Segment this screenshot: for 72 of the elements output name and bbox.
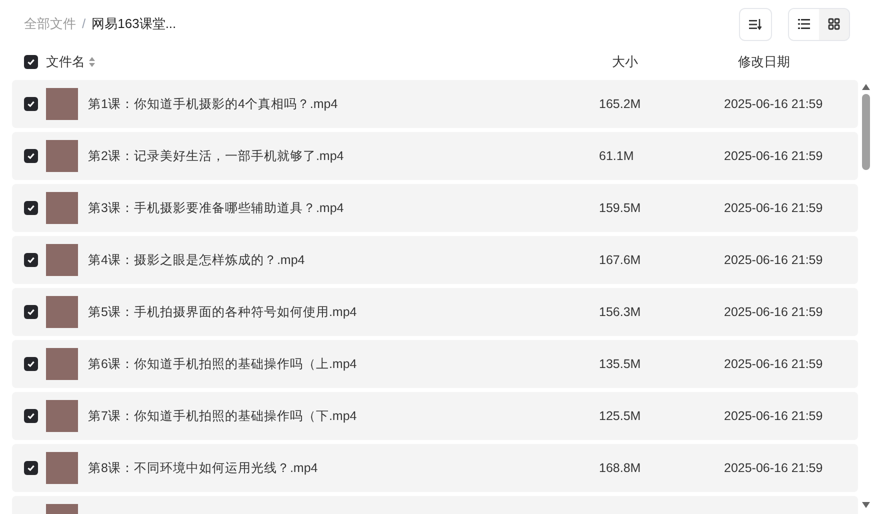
- file-row[interactable]: 第6课：你知道手机拍照的基础操作吗（上.mp4 135.5M 2025-06-16 21:59: [12, 340, 858, 388]
- file-size: 159.5M: [599, 200, 642, 217]
- file-row[interactable]: 第3课：手机摄影要准备哪些辅助道具？.mp4 159.5M 2025-06-16 21:59: [12, 184, 858, 232]
- checkmark-icon: [27, 100, 35, 108]
- file-name: 第7课：你知道手机拍照的基础操作吗（下.mp4: [88, 408, 358, 425]
- checkmark-icon: [27, 256, 35, 264]
- video-thumbnail: [46, 88, 78, 120]
- checkbox[interactable]: [24, 253, 38, 267]
- checkbox[interactable]: [24, 55, 38, 69]
- file-name: 第6课：你知道手机拍照的基础操作吗（上.mp4: [88, 356, 358, 373]
- view-mode-button[interactable]: [789, 8, 819, 40]
- checkmark-icon: [27, 204, 35, 212]
- checkmark-icon: [27, 152, 35, 160]
- checkmark-icon: [27, 464, 35, 472]
- file-row[interactable]: 第4课：摄影之眼是怎样炼成的？.mp4 167.6M 2025-06-16 21:59: [12, 236, 858, 284]
- file-size: 135.5M: [599, 356, 642, 373]
- checkmark-icon: [27, 308, 35, 316]
- file-size: 167.6M: [599, 252, 642, 269]
- file-name: 第2课：记录美好生活，一部手机就够了.mp4: [88, 148, 345, 165]
- file-size: 125.5M: [599, 408, 642, 425]
- sort-button[interactable]: [739, 8, 772, 40]
- file-size: 165.2M: [599, 96, 642, 113]
- checkmark-icon: [27, 412, 35, 420]
- modified-date: 2025-06-16 21:59: [724, 252, 823, 269]
- checkbox[interactable]: [24, 461, 38, 475]
- checkbox[interactable]: [24, 357, 38, 371]
- file-row[interactable]: 第7课：你知道手机拍照的基础操作吗（下.mp4 125.5M 2025-06-16 21:59: [12, 392, 858, 440]
- checkbox[interactable]: [24, 97, 38, 111]
- file-size: 168.8M: [599, 460, 642, 477]
- file-row[interactable]: 第8课：不同环境中如何运用光线？.mp4 168.8M 2025-06-16 21:59: [12, 444, 858, 492]
- file-size: 156.3M: [599, 304, 642, 321]
- breadcrumb-separator: /: [82, 15, 86, 34]
- video-thumbnail: [46, 400, 78, 432]
- video-thumbnail: [46, 348, 78, 380]
- checkbox[interactable]: [24, 149, 38, 163]
- video-thumbnail: [46, 140, 78, 172]
- grid-icon: [828, 18, 840, 30]
- column-header: 修改日期: [738, 53, 790, 72]
- column-header: 文件名: [46, 53, 85, 72]
- video-thumbnail: [46, 296, 78, 328]
- checkbox[interactable]: [24, 409, 38, 423]
- file-name: 第8课：不同环境中如何运用光线？.mp4: [88, 460, 319, 477]
- scroll-down-icon[interactable]: [862, 502, 870, 508]
- modified-date: 2025-06-16 21:59: [724, 96, 823, 113]
- scroll-up-icon[interactable]: [862, 84, 870, 90]
- sort-arrows-icon[interactable]: [89, 57, 95, 67]
- file-size: 61.1M: [599, 148, 635, 165]
- breadcrumb-link[interactable]: 网易163课堂...: [92, 14, 176, 34]
- modified-date: 2025-06-16 21:59: [724, 460, 823, 477]
- modified-date: 2025-06-16 21:59: [724, 148, 823, 165]
- file-name: 第1课：你知道手机摄影的4个真相吗？.mp4: [88, 96, 339, 113]
- scrollbar-thumb[interactable]: [862, 94, 870, 170]
- modified-date: 2025-06-16 21:59: [724, 304, 823, 321]
- file-row[interactable]: 第5课：手机拍摄界面的各种符号如何使用.mp4 156.3M 2025-06-16 21:59: [12, 288, 858, 336]
- file-row[interactable]: 第1课：你知道手机摄影的4个真相吗？.mp4 165.2M 2025-06-16 21:59: [12, 80, 858, 128]
- file-name: 第5课：手机拍摄界面的各种符号如何使用.mp4: [88, 304, 358, 321]
- checkbox[interactable]: [24, 201, 38, 215]
- file-row[interactable]: 第2课：记录美好生活，一部手机就够了.mp4 61.1M 2025-06-16 21:59: [12, 132, 858, 180]
- modified-date: 2025-06-16 21:59: [724, 356, 823, 373]
- video-thumbnail: [46, 192, 78, 224]
- checkmark-icon: [27, 58, 35, 66]
- video-thumbnail: [46, 244, 78, 276]
- sort-icon: [749, 18, 762, 30]
- modified-date: 2025-06-16 21:59: [724, 408, 823, 425]
- checkbox[interactable]: [24, 305, 38, 319]
- video-thumbnail: [46, 452, 78, 484]
- file-name: 第3课：手机摄影要准备哪些辅助道具？.mp4: [88, 200, 345, 217]
- checkmark-icon: [27, 360, 35, 368]
- column-header: 大小: [612, 53, 639, 72]
- file-name: 第4课：摄影之眼是怎样炼成的？.mp4: [88, 252, 306, 269]
- modified-date: 2025-06-16 21:59: [724, 200, 823, 217]
- list-icon: [798, 19, 810, 29]
